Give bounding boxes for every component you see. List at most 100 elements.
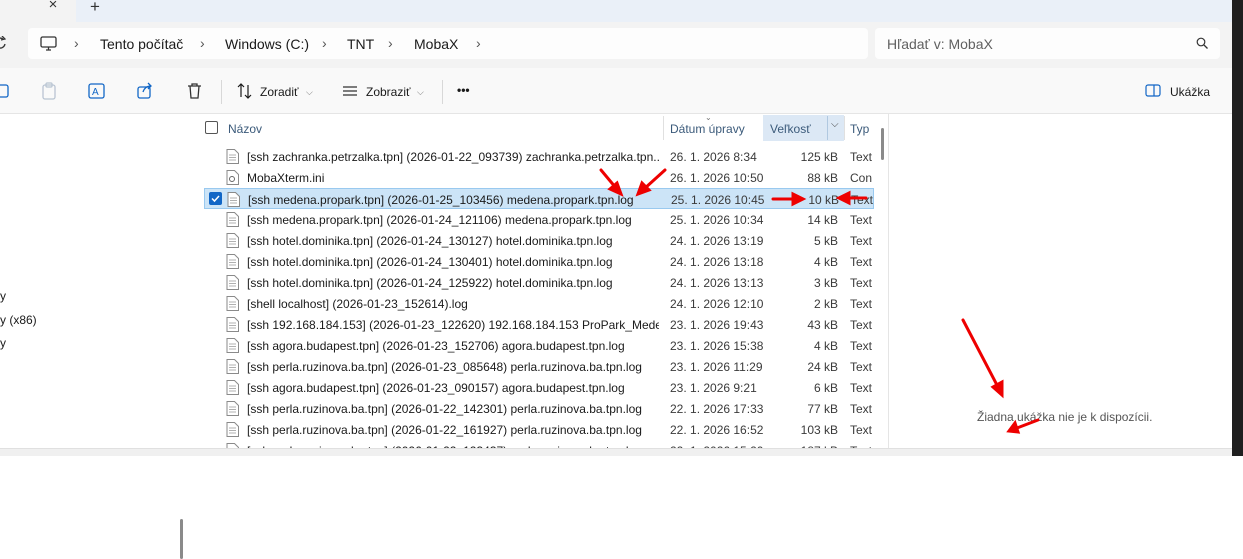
file-date: 23. 1. 2026 11:29 bbox=[670, 360, 763, 374]
sidebar-item[interactable]: y bbox=[0, 289, 6, 303]
breadcrumb-item[interactable]: Windows (C:) bbox=[225, 36, 309, 52]
file-type: Text bbox=[850, 276, 873, 290]
chevron-down-icon[interactable]: ⌵ bbox=[306, 87, 313, 98]
paste-icon[interactable] bbox=[40, 82, 58, 100]
table-row[interactable]: [ssh hotel.dominika.tpn] (2026-01-24_130… bbox=[204, 251, 874, 272]
file-name: [ssh agora.budapest.tpn] (2026-01-23_152… bbox=[247, 339, 625, 353]
table-row[interactable]: [ssh agora.budapest.tpn] (2026-01-23_090… bbox=[204, 377, 874, 398]
file-list-scrollbar[interactable] bbox=[881, 128, 884, 160]
search-input[interactable]: Hľadať v: MobaX bbox=[875, 28, 1220, 59]
computer-icon bbox=[40, 36, 57, 51]
file-size: 4 kB bbox=[813, 255, 838, 269]
column-header-type[interactable]: Typ bbox=[850, 122, 869, 136]
file-name: [ssh hotel.dominika.tpn] (2026-01-24_130… bbox=[247, 234, 613, 248]
table-row[interactable]: [ssh hotel.dominika.tpn] (2026-01-24_130… bbox=[204, 230, 874, 251]
new-tab-icon[interactable]: + bbox=[90, 0, 100, 17]
delete-icon[interactable] bbox=[186, 82, 204, 100]
column-header-date[interactable]: Dátum úpravy bbox=[670, 122, 745, 136]
text-file-icon bbox=[226, 359, 239, 374]
chevron-down-icon[interactable]: ⌵ bbox=[417, 87, 424, 98]
copy-icon[interactable] bbox=[0, 82, 12, 100]
file-date: 23. 1. 2026 19:43 bbox=[670, 318, 764, 332]
file-size: 10 kB bbox=[808, 193, 839, 207]
breadcrumb-separator-icon[interactable]: › bbox=[388, 35, 393, 51]
breadcrumb-separator-icon[interactable]: › bbox=[200, 35, 205, 51]
row-checkbox[interactable] bbox=[209, 192, 222, 205]
sidebar-scrollbar[interactable] bbox=[180, 519, 183, 559]
table-row[interactable]: [ssh 192.168.184.153] (2026-01-23_122620… bbox=[204, 314, 874, 335]
file-name: [ssh 192.168.184.153] (2026-01-23_122620… bbox=[247, 318, 659, 332]
table-row-selected[interactable]: [ssh medena.propark.tpn] (2026-01-25_103… bbox=[204, 188, 874, 209]
breadcrumb-item[interactable]: TNT bbox=[347, 36, 374, 52]
share-icon[interactable] bbox=[136, 82, 154, 100]
table-row[interactable]: [ssh perla.ruzinova.ba.tpn] (2026-01-22_… bbox=[204, 419, 874, 440]
sort-icon[interactable] bbox=[236, 82, 254, 100]
breadcrumb-separator-icon[interactable]: › bbox=[74, 35, 79, 51]
file-date: 25. 1. 2026 10:34 bbox=[670, 213, 764, 227]
view-button[interactable]: Zobraziť bbox=[366, 85, 411, 99]
table-row[interactable]: [ssh agora.budapest.tpn] (2026-01-23_152… bbox=[204, 335, 874, 356]
file-list: Názov ⌄ Dátum úpravy Veľkosť ⌵ Typ [ssh … bbox=[190, 114, 888, 456]
chevron-down-icon[interactable]: ⌵ bbox=[831, 119, 839, 130]
refresh-icon[interactable] bbox=[0, 36, 6, 50]
view-icon[interactable] bbox=[342, 82, 360, 100]
table-row[interactable]: [ssh zachranka.petrzalka.tpn] (2026-01-2… bbox=[204, 146, 874, 167]
preview-pane-button[interactable]: Ukážka bbox=[1170, 85, 1210, 99]
tab-strip: × + bbox=[0, 0, 1243, 22]
file-date: 23. 1. 2026 9:21 bbox=[670, 381, 757, 395]
breadcrumb-item[interactable]: Tento počítač bbox=[100, 36, 183, 52]
window-edge bbox=[1232, 0, 1243, 456]
file-date: 24. 1. 2026 12:10 bbox=[670, 297, 764, 311]
toolbar-separator bbox=[442, 80, 443, 104]
select-all-checkbox[interactable] bbox=[205, 121, 218, 134]
column-header-name[interactable]: Názov bbox=[228, 122, 262, 136]
text-file-icon bbox=[226, 212, 239, 227]
table-row[interactable]: [ssh perla.ruzinova.ba.tpn] (2026-01-23_… bbox=[204, 356, 874, 377]
file-size: 43 kB bbox=[807, 318, 838, 332]
file-date: 26. 1. 2026 8:34 bbox=[670, 150, 757, 164]
command-bar: A Zoradiť ⌵ Zobraziť ⌵ ••• Ukážka bbox=[0, 68, 1232, 114]
active-tab[interactable]: × bbox=[0, 0, 76, 22]
search-placeholder: Hľadať v: MobaX bbox=[887, 36, 993, 52]
file-type: Text bbox=[850, 402, 873, 416]
sidebar-item[interactable]: y (x86) bbox=[0, 313, 37, 327]
table-row[interactable]: [ssh perla.ruzinova.ba.tpn] (2026-01-22_… bbox=[204, 398, 874, 419]
more-options-button[interactable]: ••• bbox=[457, 83, 470, 97]
file-date: 22. 1. 2026 16:52 bbox=[670, 423, 764, 437]
file-date: 25. 1. 2026 10:45 bbox=[671, 193, 765, 207]
sort-button[interactable]: Zoradiť bbox=[260, 85, 299, 99]
column-header-row: Názov ⌄ Dátum úpravy Veľkosť ⌵ Typ bbox=[190, 114, 888, 142]
column-divider[interactable] bbox=[827, 116, 828, 140]
file-name: [ssh medena.propark.tpn] (2026-01-24_121… bbox=[247, 213, 632, 227]
sort-indicator-icon: ⌄ bbox=[705, 114, 712, 122]
address-bar[interactable]: › Tento počítač › Windows (C:) › TNT › M… bbox=[28, 28, 868, 59]
file-name: [ssh perla.ruzinova.ba.tpn] (2026-01-22_… bbox=[247, 423, 642, 437]
horizontal-scrollbar[interactable] bbox=[0, 448, 1232, 456]
file-size: 125 kB bbox=[800, 150, 838, 164]
table-row[interactable]: [shell localhost] (2026-01-23_152614).lo… bbox=[204, 293, 874, 314]
column-divider[interactable] bbox=[844, 116, 845, 140]
column-header-size[interactable]: Veľkosť bbox=[770, 122, 811, 136]
file-name: [ssh medena.propark.tpn] (2026-01-25_103… bbox=[248, 193, 634, 207]
file-name: [ssh perla.ruzinova.ba.tpn] (2026-01-23_… bbox=[247, 360, 642, 374]
search-icon[interactable] bbox=[1196, 37, 1208, 49]
table-row[interactable]: [ssh medena.propark.tpn] (2026-01-24_121… bbox=[204, 209, 874, 230]
text-file-icon bbox=[226, 401, 239, 416]
file-type: Text bbox=[850, 213, 873, 227]
close-tab-icon[interactable]: × bbox=[46, 0, 60, 14]
breadcrumb-separator-icon[interactable]: › bbox=[322, 35, 327, 51]
navigation-pane: y y (x86) y bbox=[0, 114, 190, 559]
file-size: 103 kB bbox=[800, 423, 838, 437]
column-divider[interactable] bbox=[663, 116, 664, 140]
file-size: 3 kB bbox=[813, 276, 838, 290]
rename-icon[interactable]: A bbox=[88, 82, 106, 100]
text-file-icon bbox=[226, 380, 239, 395]
preview-pane-icon[interactable] bbox=[1145, 82, 1163, 100]
file-name: [ssh hotel.dominika.tpn] (2026-01-24_125… bbox=[247, 276, 613, 290]
breadcrumb-item[interactable]: MobaX bbox=[414, 36, 458, 52]
table-row[interactable]: MobaXterm.ini 26. 1. 2026 10:50 88 kB Con bbox=[204, 167, 874, 188]
breadcrumb-separator-icon[interactable]: › bbox=[476, 35, 481, 51]
file-date: 24. 1. 2026 13:19 bbox=[670, 234, 764, 248]
sidebar-item[interactable]: y bbox=[0, 336, 6, 350]
table-row[interactable]: [ssh hotel.dominika.tpn] (2026-01-24_125… bbox=[204, 272, 874, 293]
